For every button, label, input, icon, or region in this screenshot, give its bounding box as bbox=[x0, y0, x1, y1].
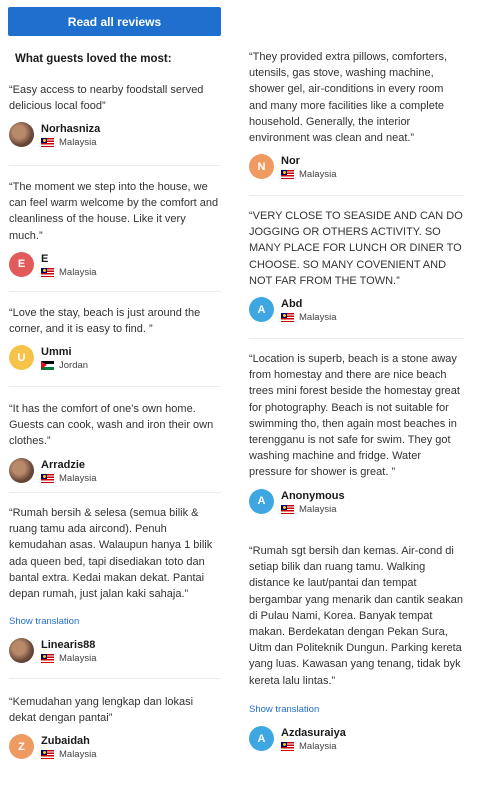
read-all-reviews-button[interactable]: Read all reviews bbox=[8, 7, 221, 36]
review-quote: “Easy access to nearby foodstall served … bbox=[9, 84, 204, 113]
reviewer-country: Malaysia bbox=[41, 653, 97, 664]
review-card: “VERY CLOSE TO SEASIDE AND CAN DO JOGGIN… bbox=[249, 208, 464, 327]
reviewer-name: Abd bbox=[281, 298, 303, 311]
reviewer: Linearis88 Malaysia bbox=[9, 638, 221, 668]
divider bbox=[9, 492, 221, 493]
reviewer: E E Malaysia bbox=[9, 251, 221, 282]
review-quote: “Location is superb, beach is a stone aw… bbox=[249, 353, 460, 479]
review-card: “The moment we step into the house, we c… bbox=[9, 179, 221, 282]
reviewer-name: E bbox=[41, 252, 49, 265]
review-card: “Rumah sgt bersih dan kemas. Air-cond di… bbox=[249, 543, 464, 689]
malaysia-flag-icon bbox=[41, 473, 54, 483]
reviewer-country: Malaysia bbox=[41, 749, 97, 760]
divider bbox=[9, 386, 221, 387]
jordan-flag-icon bbox=[41, 361, 54, 371]
reviewer: Arradzie Malaysia bbox=[9, 457, 221, 488]
reviewer-country: Jordan bbox=[41, 360, 88, 371]
divider bbox=[249, 195, 464, 196]
malaysia-flag-icon bbox=[41, 654, 54, 663]
reviewer: Norhasniza Malaysia bbox=[9, 122, 221, 152]
malaysia-flag-icon bbox=[41, 267, 54, 277]
review-quote: “It has the comfort of one's own home. G… bbox=[9, 403, 214, 448]
reviewer-name: Ummi bbox=[41, 346, 72, 359]
reviewer: A Azdasuraiya Malaysia bbox=[249, 726, 464, 756]
malaysia-flag-icon bbox=[41, 750, 54, 760]
reviewer-country: Malaysia bbox=[281, 504, 337, 515]
malaysia-flag-icon bbox=[281, 742, 294, 751]
divider bbox=[9, 291, 221, 292]
reviewer: U Ummi Jordan bbox=[9, 345, 221, 375]
reviewer: A Anonymous Malaysia bbox=[249, 488, 464, 519]
avatar bbox=[9, 122, 34, 148]
review-quote: “Kemudahan yang lengkap dan lokasi dekat… bbox=[9, 696, 194, 725]
reviewer: Z Zubaidah Malaysia bbox=[9, 734, 221, 764]
avatar bbox=[9, 457, 34, 483]
review-card: “It has the comfort of one's own home. G… bbox=[9, 401, 221, 488]
reviewer-block: A Azdasuraiya Malaysia bbox=[249, 726, 464, 756]
review-card: “Easy access to nearby foodstall served … bbox=[9, 82, 221, 152]
show-translation-link[interactable]: Show translation bbox=[249, 704, 319, 715]
reviewer-country: Malaysia bbox=[281, 169, 337, 180]
review-quote: “Rumah sgt bersih dan kemas. Air-cond di… bbox=[249, 545, 464, 687]
section-title: What guests loved the most: bbox=[15, 53, 172, 65]
show-translation-link[interactable]: Show translation bbox=[9, 616, 79, 627]
review-card: “Rumah bersih & selesa (semua bilik & ru… bbox=[9, 505, 221, 602]
reviewer-name: Nor bbox=[281, 155, 300, 168]
malaysia-flag-icon bbox=[281, 313, 294, 323]
review-card: “Kemudahan yang lengkap dan lokasi dekat… bbox=[9, 694, 221, 764]
reviewer-country: Malaysia bbox=[281, 741, 337, 752]
review-quote: “VERY CLOSE TO SEASIDE AND CAN DO JOGGIN… bbox=[249, 210, 463, 287]
avatar: E bbox=[9, 251, 34, 277]
avatar: A bbox=[249, 726, 274, 751]
review-quote: “The moment we step into the house, we c… bbox=[9, 181, 219, 242]
reviewer-name: Norhasniza bbox=[41, 123, 101, 136]
divider bbox=[249, 338, 464, 339]
reviewer-name: Linearis88 bbox=[41, 639, 96, 651]
reviewer: A Abd Malaysia bbox=[249, 297, 464, 327]
reviewer-name: Zubaidah bbox=[41, 735, 90, 748]
reviewer-block: Linearis88 Malaysia bbox=[9, 638, 221, 668]
reviewer-name: Anonymous bbox=[281, 489, 345, 502]
review-quote: “Rumah bersih & selesa (semua bilik & ru… bbox=[9, 507, 213, 601]
reviewer-country: Malaysia bbox=[41, 267, 97, 278]
malaysia-flag-icon bbox=[281, 504, 294, 514]
avatar: U bbox=[9, 345, 34, 371]
avatar bbox=[9, 638, 34, 663]
review-card: “Location is superb, beach is a stone aw… bbox=[249, 351, 464, 519]
reviewer-name: Arradzie bbox=[41, 458, 86, 471]
review-card: “Love the stay, beach is just around the… bbox=[9, 305, 221, 375]
avatar: Z bbox=[9, 734, 34, 760]
divider bbox=[9, 165, 221, 166]
avatar: N bbox=[249, 154, 274, 180]
review-quote: “Love the stay, beach is just around the… bbox=[9, 307, 201, 336]
avatar: A bbox=[249, 488, 274, 514]
reviewer-name: Azdasuraiya bbox=[281, 727, 346, 739]
review-card: “They provided extra pillows, comforters… bbox=[249, 49, 464, 184]
malaysia-flag-icon bbox=[41, 138, 54, 148]
reviewer-country: Malaysia bbox=[41, 137, 97, 148]
review-quote: “They provided extra pillows, comforters… bbox=[249, 51, 448, 145]
malaysia-flag-icon bbox=[281, 170, 294, 180]
reviewer: N Nor Malaysia bbox=[249, 154, 464, 184]
reviewer-country: Malaysia bbox=[41, 473, 97, 484]
avatar: A bbox=[249, 297, 274, 323]
reviewer-country: Malaysia bbox=[281, 312, 337, 323]
divider bbox=[9, 678, 221, 679]
